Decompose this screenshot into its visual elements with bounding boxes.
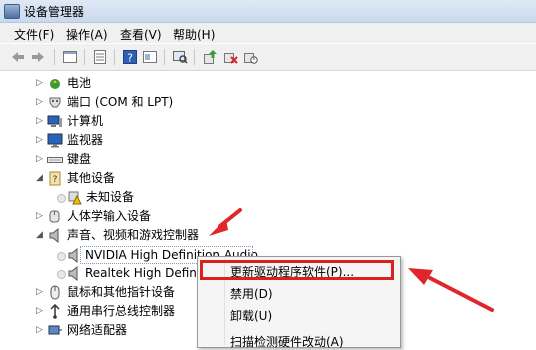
arrow-to-audio-category: [209, 208, 242, 236]
annotation-arrows: [209, 208, 494, 312]
arrow-to-update-driver: [408, 268, 494, 312]
